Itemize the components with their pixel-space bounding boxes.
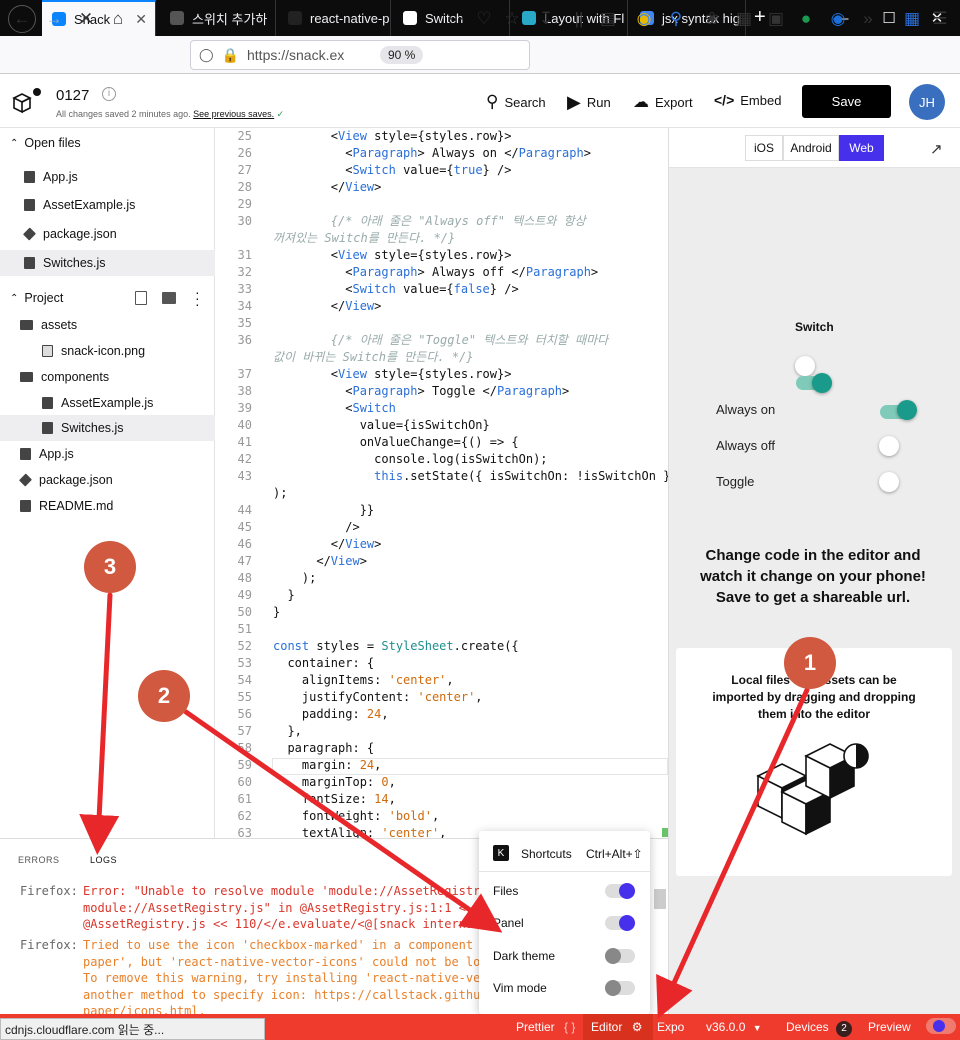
annotation-badge-2: 2 [138, 670, 190, 722]
annotation-arrows [79, 592, 810, 1019]
annotation-badge-3: 3 [84, 541, 136, 593]
annotation-badge-1: 1 [784, 637, 836, 689]
arrow-2-to-panel [183, 709, 503, 933]
arrow-1-to-editor [656, 687, 810, 1019]
arrow-3-to-logs [79, 592, 120, 855]
